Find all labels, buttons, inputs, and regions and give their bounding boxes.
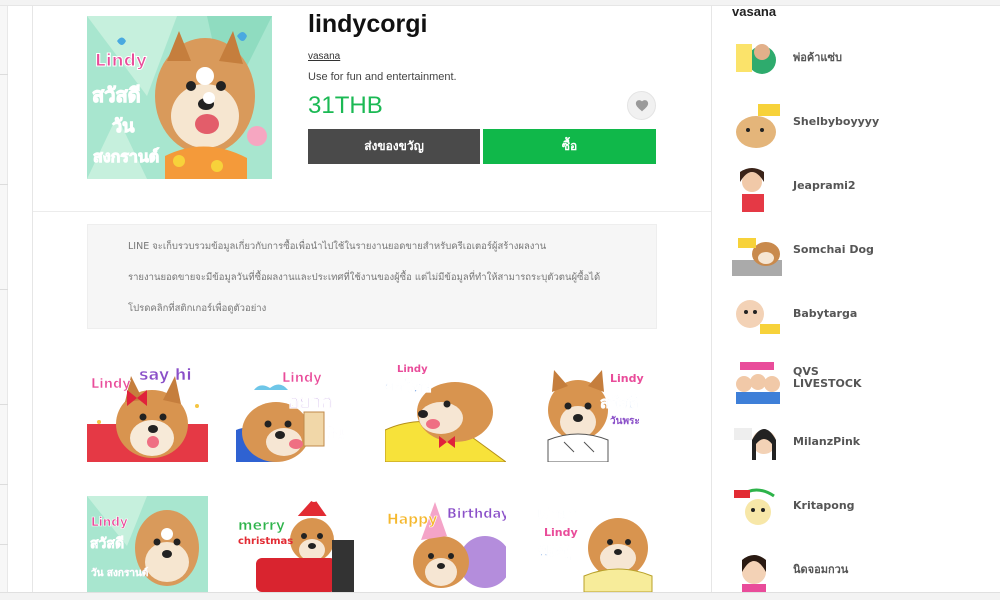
related-sticker-name: QVS LIVESTOCK xyxy=(793,365,862,390)
sticker-caption: Birthday xyxy=(447,507,506,522)
sticker-caption: อยาก xyxy=(288,391,333,413)
heart-icon xyxy=(635,100,648,112)
related-sticker-thumbnail xyxy=(732,230,782,276)
related-sticker-item[interactable]: Shelbyboyyyy xyxy=(732,102,962,154)
sticker-caption: ฟังอยู่ xyxy=(538,544,571,560)
notice-line: LINE จะเก็บรวบรวมข้อมูลเกี่ยวกับการซื้อเ… xyxy=(128,241,547,252)
related-sticker-name: Kritapong xyxy=(793,499,855,512)
sticker-thumbnail[interactable]: Lindy อยาก กิน xyxy=(236,362,357,462)
sticker-caption: Happy xyxy=(387,512,437,528)
sticker-caption: วันพระ xyxy=(610,415,640,427)
author-link[interactable]: vasana xyxy=(308,51,340,62)
right-panel-title: vasana xyxy=(732,4,777,19)
related-sticker-name: MilanzPink xyxy=(793,435,861,448)
cover-text-top: Lindy xyxy=(95,51,147,71)
sticker-caption: Lindy xyxy=(282,371,322,386)
related-sticker-thumbnail xyxy=(732,38,782,84)
cover-text-sub1: วัน xyxy=(112,116,135,137)
sticker-caption: วัน สงกรานต์ xyxy=(91,567,148,579)
sticker-thumbnail[interactable]: Lindy ขอโทษ xyxy=(385,362,506,462)
cover-text-sub2: สงกรานต์ xyxy=(93,147,159,166)
related-sticker-thumbnail xyxy=(732,166,782,212)
related-sticker-item[interactable]: Babytarga xyxy=(732,294,962,346)
sticker-thumbnail[interactable]: merry christmas xyxy=(236,496,357,596)
sticker-caption: สวัสดี xyxy=(90,536,124,552)
related-sticker-item[interactable]: Somchai Dog xyxy=(732,230,962,282)
sticker-description: Use for fun and entertainment. xyxy=(308,71,457,83)
related-sticker-name: นิดจอมกวน xyxy=(793,563,849,576)
related-sticker-item[interactable]: พ่อค้าแซ่บ xyxy=(732,38,962,90)
sticker-caption: christmas xyxy=(238,536,293,547)
related-sticker-name: Somchai Dog xyxy=(793,243,874,256)
sticker-caption: Lindy xyxy=(91,377,131,392)
purchase-notice: LINE จะเก็บรวบรวมข้อมูลเกี่ยวกับการซื้อเ… xyxy=(87,224,657,329)
related-sticker-item[interactable]: MilanzPink xyxy=(732,422,962,474)
sticker-caption: ขอโทษ xyxy=(385,377,432,396)
related-sticker-item[interactable]: QVS LIVESTOCK xyxy=(732,358,962,410)
favorite-button[interactable] xyxy=(627,91,656,120)
send-gift-button[interactable]: ส่งของขวัญ xyxy=(308,129,480,164)
sticker-caption: เล่ามา xyxy=(538,506,576,522)
notice-line: โปรดคลิกที่สติกเกอร์เพื่อดูตัวอย่าง xyxy=(128,303,267,314)
related-sticker-item[interactable]: Kritapong xyxy=(732,486,962,538)
sticker-cover-image: Lindy สวัสดี วัน สงกรานต์ xyxy=(87,16,272,179)
sticker-thumbnail[interactable]: Happy Birthday xyxy=(385,496,506,596)
buy-button[interactable]: ซื้อ xyxy=(483,129,656,164)
related-sticker-thumbnail xyxy=(732,486,782,532)
sticker-caption: Lindy xyxy=(610,372,644,385)
sticker-caption: กิน xyxy=(325,426,344,442)
sticker-caption: Lindy xyxy=(544,526,578,539)
cover-text-main: สวัสดี xyxy=(92,83,141,107)
notice-line: รายงานยอดขายจะมีข้อมูลวันที่ซื้อผลงานและ… xyxy=(128,272,601,283)
price: 31THB xyxy=(308,92,383,119)
sticker-caption: Lindy xyxy=(397,364,428,375)
related-sticker-thumbnail xyxy=(732,358,782,404)
sticker-thumbnail[interactable]: Lindy สวัสดี วัน สงกรานต์ xyxy=(87,496,208,596)
sticker-thumbnail[interactable]: เล่ามา Lindy ฟังอยู่ xyxy=(534,496,655,596)
window-bottom-edge xyxy=(0,592,1000,600)
related-sticker-thumbnail xyxy=(732,422,782,468)
sticker-thumbnail[interactable]: Lindy say hi xyxy=(87,362,208,462)
sticker-caption: Lindy xyxy=(91,515,128,529)
related-sticker-name: Babytarga xyxy=(793,307,858,320)
sticker-thumbnail[interactable]: Lindy สวัสดี วันพระ xyxy=(534,362,655,462)
related-sticker-item[interactable]: Jeaprami2 xyxy=(732,166,962,218)
sticker-caption: สวัสดี xyxy=(600,393,639,412)
section-divider xyxy=(33,211,711,212)
left-gutter xyxy=(0,6,8,592)
sticker-title: lindycorgi xyxy=(308,10,428,38)
related-sticker-thumbnail xyxy=(732,550,782,596)
related-sticker-name: พ่อค้าแซ่บ xyxy=(793,51,842,64)
sticker-caption: merry xyxy=(238,518,285,534)
related-sticker-thumbnail xyxy=(732,102,782,148)
related-sticker-name: Shelbyboyyyy xyxy=(793,115,880,128)
related-sticker-thumbnail xyxy=(732,294,782,340)
related-sticker-name: Jeaprami2 xyxy=(793,179,856,192)
sticker-caption: say hi xyxy=(139,365,192,384)
